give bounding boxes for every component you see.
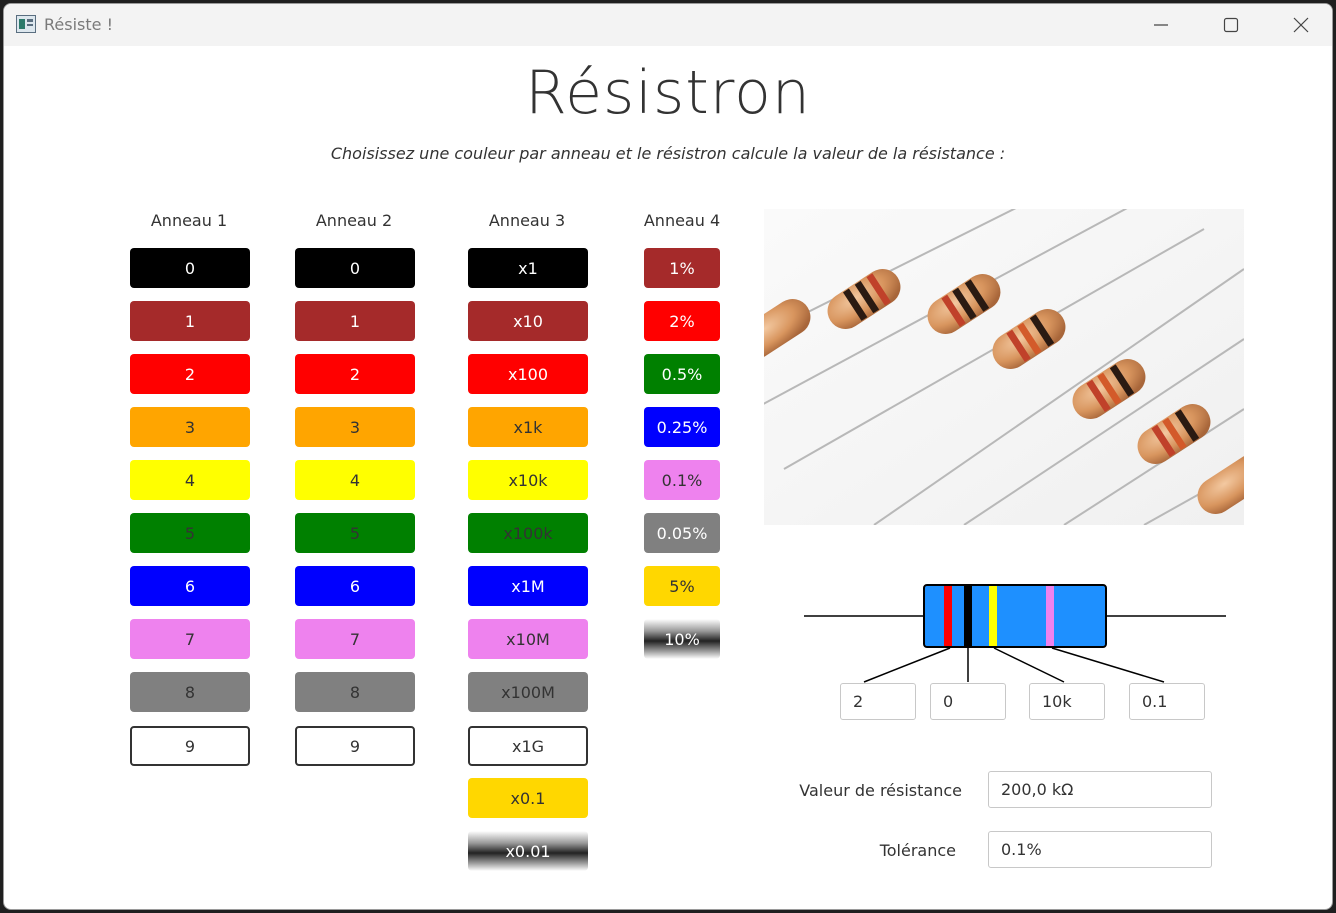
- ring-3-header: Anneau 3: [488, 211, 566, 230]
- ring-2-option-button[interactable]: 8: [295, 672, 415, 712]
- ring-2-option-button[interactable]: 2: [295, 354, 415, 394]
- ring-3-option-button[interactable]: x1k: [468, 407, 588, 447]
- resistor-band-3: [989, 586, 997, 646]
- ring-3-option-button[interactable]: x10k: [468, 460, 588, 500]
- ring-2-option-button[interactable]: 5: [295, 513, 415, 553]
- ring-3-option-button[interactable]: x0.01: [468, 831, 588, 871]
- ring-4-header: Anneau 4: [643, 211, 721, 230]
- close-icon: [1293, 17, 1309, 33]
- page-subtitle: Choisissez une couleur par anneau et le …: [330, 144, 1006, 163]
- ring-4-option-button[interactable]: 0.1%: [644, 460, 720, 500]
- ring-2-option-button[interactable]: 3: [295, 407, 415, 447]
- tolerance-value-field[interactable]: 0.1%: [988, 831, 1212, 868]
- ring-3-option-button[interactable]: x10: [468, 301, 588, 341]
- ring-4-option-button[interactable]: 1%: [644, 248, 720, 288]
- page-title: Résistron: [525, 58, 811, 128]
- app-icon: [16, 15, 36, 33]
- resistance-value-field[interactable]: 200,0 kΩ: [988, 771, 1212, 808]
- ring-2-option-button[interactable]: 1: [295, 301, 415, 341]
- ring-3-option-button[interactable]: x100k: [468, 513, 588, 553]
- resistor-band-1: [944, 586, 952, 646]
- ring-4-option-button[interactable]: 0.05%: [644, 513, 720, 553]
- ring-2-option-button[interactable]: 4: [295, 460, 415, 500]
- ring-2-option-button[interactable]: 6: [295, 566, 415, 606]
- band-4-value-field[interactable]: 0.1: [1129, 683, 1205, 720]
- ring-1-option-button[interactable]: 3: [130, 407, 250, 447]
- resistors-photo: [764, 209, 1244, 525]
- ring-1-header: Anneau 1: [150, 211, 228, 230]
- resistor-band-2: [964, 586, 972, 646]
- tolerance-label: Tolérance: [879, 841, 956, 860]
- ring-1-option-button[interactable]: 0: [130, 248, 250, 288]
- ring-3-option-button[interactable]: x100M: [468, 672, 588, 712]
- resistance-label: Valeur de résistance: [799, 781, 962, 800]
- ring-1-option-button[interactable]: 7: [130, 619, 250, 659]
- ring-4-option-button[interactable]: 5%: [644, 566, 720, 606]
- ring-4-option-button[interactable]: 0.25%: [644, 407, 720, 447]
- band-2-value-field[interactable]: 0: [930, 683, 1006, 720]
- ring-1-option-button[interactable]: 5: [130, 513, 250, 553]
- ring-2-option-button[interactable]: 9: [295, 726, 415, 766]
- ring-1-option-button[interactable]: 2: [130, 354, 250, 394]
- ring-3-option-button[interactable]: x1G: [468, 726, 588, 766]
- ring-1-option-button[interactable]: 9: [130, 726, 250, 766]
- window-title: Résiste !: [44, 15, 113, 34]
- ring-3-option-button[interactable]: x1M: [468, 566, 588, 606]
- ring-1-option-button[interactable]: 1: [130, 301, 250, 341]
- minimize-button[interactable]: [1126, 4, 1196, 46]
- ring-2-option-button[interactable]: 0: [295, 248, 415, 288]
- close-button[interactable]: [1266, 4, 1332, 46]
- ring-2-header: Anneau 2: [315, 211, 393, 230]
- ring-1-option-button[interactable]: 6: [130, 566, 250, 606]
- resistor-band-4: [1046, 586, 1054, 646]
- title-bar: Résiste !: [4, 4, 1332, 46]
- ring-3-option-button[interactable]: x1: [468, 248, 588, 288]
- band-3-value-field[interactable]: 10k: [1029, 683, 1105, 720]
- minimize-icon: [1154, 24, 1168, 26]
- ring-4-option-button[interactable]: 2%: [644, 301, 720, 341]
- resistor-diagram: [804, 584, 1226, 683]
- ring-4-option-button[interactable]: 0.5%: [644, 354, 720, 394]
- ring-3-option-button[interactable]: x0.1: [468, 778, 588, 818]
- ring-1-option-button[interactable]: 4: [130, 460, 250, 500]
- ring-1-option-button[interactable]: 8: [130, 672, 250, 712]
- maximize-button[interactable]: [1196, 4, 1266, 46]
- maximize-icon: [1223, 17, 1239, 33]
- ring-3-option-button[interactable]: x10M: [468, 619, 588, 659]
- app-window: Résiste ! Résistron Choisissez une coule…: [3, 3, 1333, 910]
- ring-3-option-button[interactable]: x100: [468, 354, 588, 394]
- band-1-value-field[interactable]: 2: [840, 683, 916, 720]
- ring-2-option-button[interactable]: 7: [295, 619, 415, 659]
- ring-4-option-button[interactable]: 10%: [644, 619, 720, 659]
